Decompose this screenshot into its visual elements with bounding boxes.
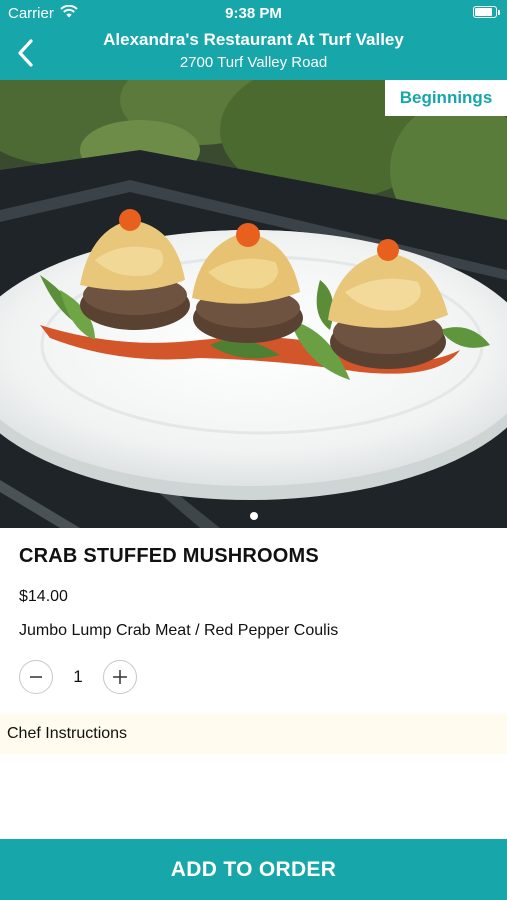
chef-instructions-input[interactable] <box>0 714 507 754</box>
chevron-left-icon <box>18 39 33 67</box>
dish-image <box>0 80 507 528</box>
chef-instructions-row <box>0 714 507 754</box>
nav-bar: Alexandra's Restaurant At Turf Valley 27… <box>0 28 507 80</box>
minus-icon <box>30 676 42 678</box>
status-right <box>473 6 500 18</box>
status-bar: Carrier 9:38 PM <box>0 0 507 28</box>
status-time: 9:38 PM <box>225 5 282 22</box>
decrease-quantity-button[interactable] <box>19 660 53 694</box>
item-price: $14.00 <box>19 588 68 605</box>
back-button[interactable] <box>10 38 40 68</box>
increase-quantity-button[interactable] <box>103 660 137 694</box>
restaurant-address: 2700 Turf Valley Road <box>179 54 328 71</box>
item-photo[interactable]: Beginnings <box>0 80 507 528</box>
add-to-order-button[interactable]: ADD TO ORDER <box>0 839 507 900</box>
category-tag: Beginnings <box>385 80 507 116</box>
plus-icon <box>113 670 127 684</box>
menu-item-screen: Carrier 9:38 PM Alexandra's Restaurant A… <box>0 0 507 900</box>
item-name: CRAB STUFFED MUSHROOMS <box>19 545 319 567</box>
carousel-page-indicator <box>250 512 258 520</box>
restaurant-name: Alexandra's Restaurant At Turf Valley <box>103 30 404 49</box>
quantity-value: 1 <box>73 667 83 686</box>
item-description: Jumbo Lump Crab Meat / Red Pepper Coulis <box>19 622 339 639</box>
battery-icon <box>473 6 500 18</box>
quantity-stepper: 1 <box>19 659 137 695</box>
